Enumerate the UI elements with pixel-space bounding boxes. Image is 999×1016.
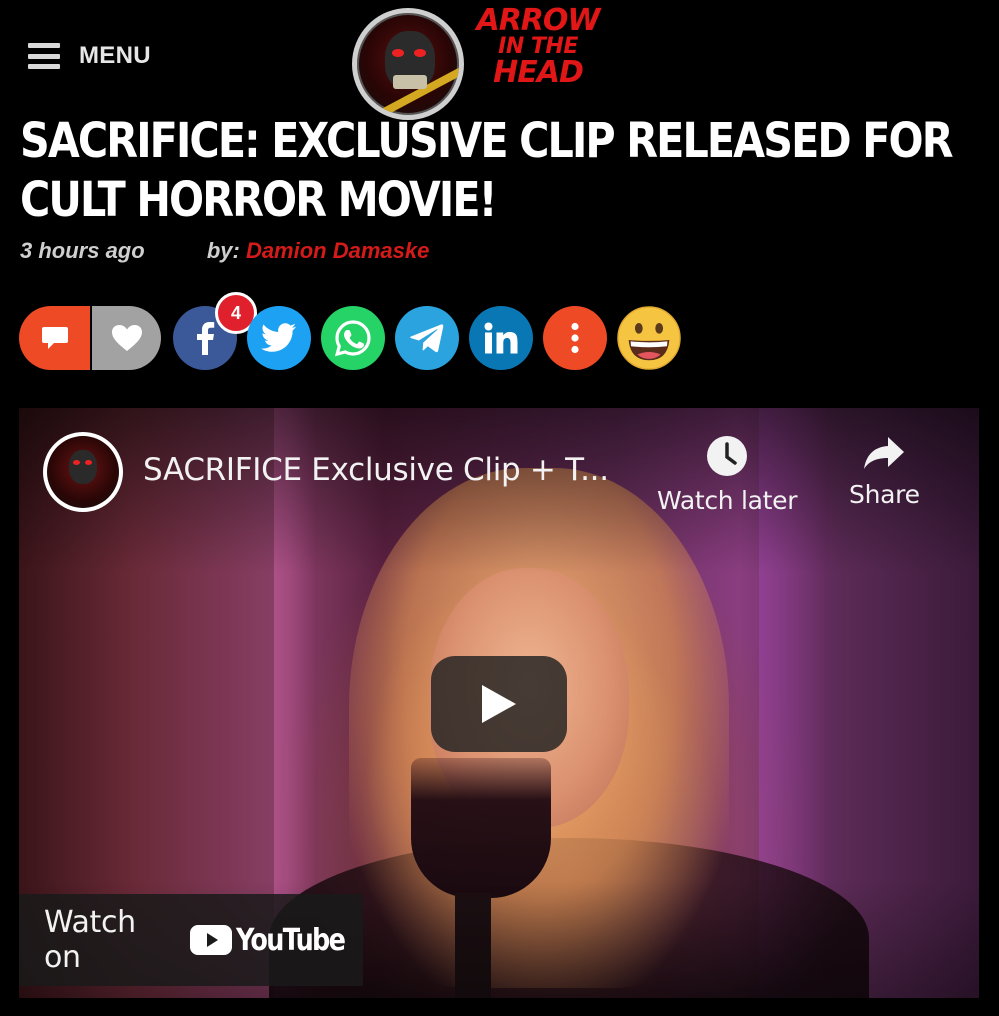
by-label: by:: [206, 238, 240, 263]
linkedin-icon: [484, 322, 518, 354]
comment-like-pill: [19, 306, 161, 370]
reaction-button[interactable]: [617, 306, 681, 370]
comment-icon: [41, 327, 68, 349]
watch-on-label: Watch on: [44, 905, 136, 975]
video-title[interactable]: SACRIFICE Exclusive Clip + T...: [143, 452, 609, 488]
clock-icon: [707, 436, 748, 476]
channel-avatar[interactable]: [43, 432, 123, 512]
watch-later-button[interactable]: Watch later: [657, 436, 798, 515]
site-header: MENU ARROW IN THE HEAD: [0, 0, 999, 120]
site-logo[interactable]: ARROW IN THE HEAD: [350, 3, 601, 120]
logo-wordmark: ARROW IN THE HEAD: [476, 3, 600, 90]
article-meta: 3 hours ago by: Damion Damaske: [20, 238, 429, 264]
watch-on-youtube-link[interactable]: Watch on YouTube: [19, 894, 363, 986]
telegram-share-button[interactable]: [395, 306, 459, 370]
whatsapp-icon: [334, 320, 371, 357]
watch-later-label: Watch later: [657, 486, 798, 515]
hamburger-icon: [28, 43, 60, 69]
whatsapp-share-button[interactable]: [321, 306, 385, 370]
article-title: SACRIFICE: EXCLUSIVE CLIP RELEASED FOR C…: [20, 113, 954, 228]
share-label: Share: [849, 480, 920, 509]
more-icon: [571, 322, 579, 354]
grinning-face-icon: [617, 306, 681, 370]
telegram-icon: [410, 324, 444, 353]
youtube-embed[interactable]: SACRIFICE Exclusive Clip + T... Watch la…: [19, 408, 979, 998]
facebook-icon: [197, 322, 215, 355]
linkedin-share-button[interactable]: [469, 306, 533, 370]
more-share-button[interactable]: [543, 306, 607, 370]
share-bar: 4: [19, 292, 699, 370]
menu-label: MENU: [79, 42, 151, 69]
play-icon: [482, 685, 516, 723]
comment-button[interactable]: [19, 306, 90, 370]
youtube-play-icon: [189, 925, 232, 955]
author-link[interactable]: Damion Damaske: [246, 238, 429, 263]
youtube-logo: YouTube: [189, 922, 363, 958]
share-arrow-icon: [864, 437, 905, 469]
logo-badge: [352, 8, 464, 120]
menu-button[interactable]: MENU: [28, 42, 151, 70]
share-video-button[interactable]: Share: [849, 436, 920, 509]
twitter-share-button[interactable]: [247, 306, 311, 370]
like-button[interactable]: [90, 306, 161, 370]
youtube-wordmark: YouTube: [235, 922, 346, 958]
publish-time: 3 hours ago: [20, 238, 145, 263]
heart-icon: [111, 325, 142, 351]
twitter-icon: [261, 323, 296, 352]
play-button[interactable]: [431, 656, 567, 752]
